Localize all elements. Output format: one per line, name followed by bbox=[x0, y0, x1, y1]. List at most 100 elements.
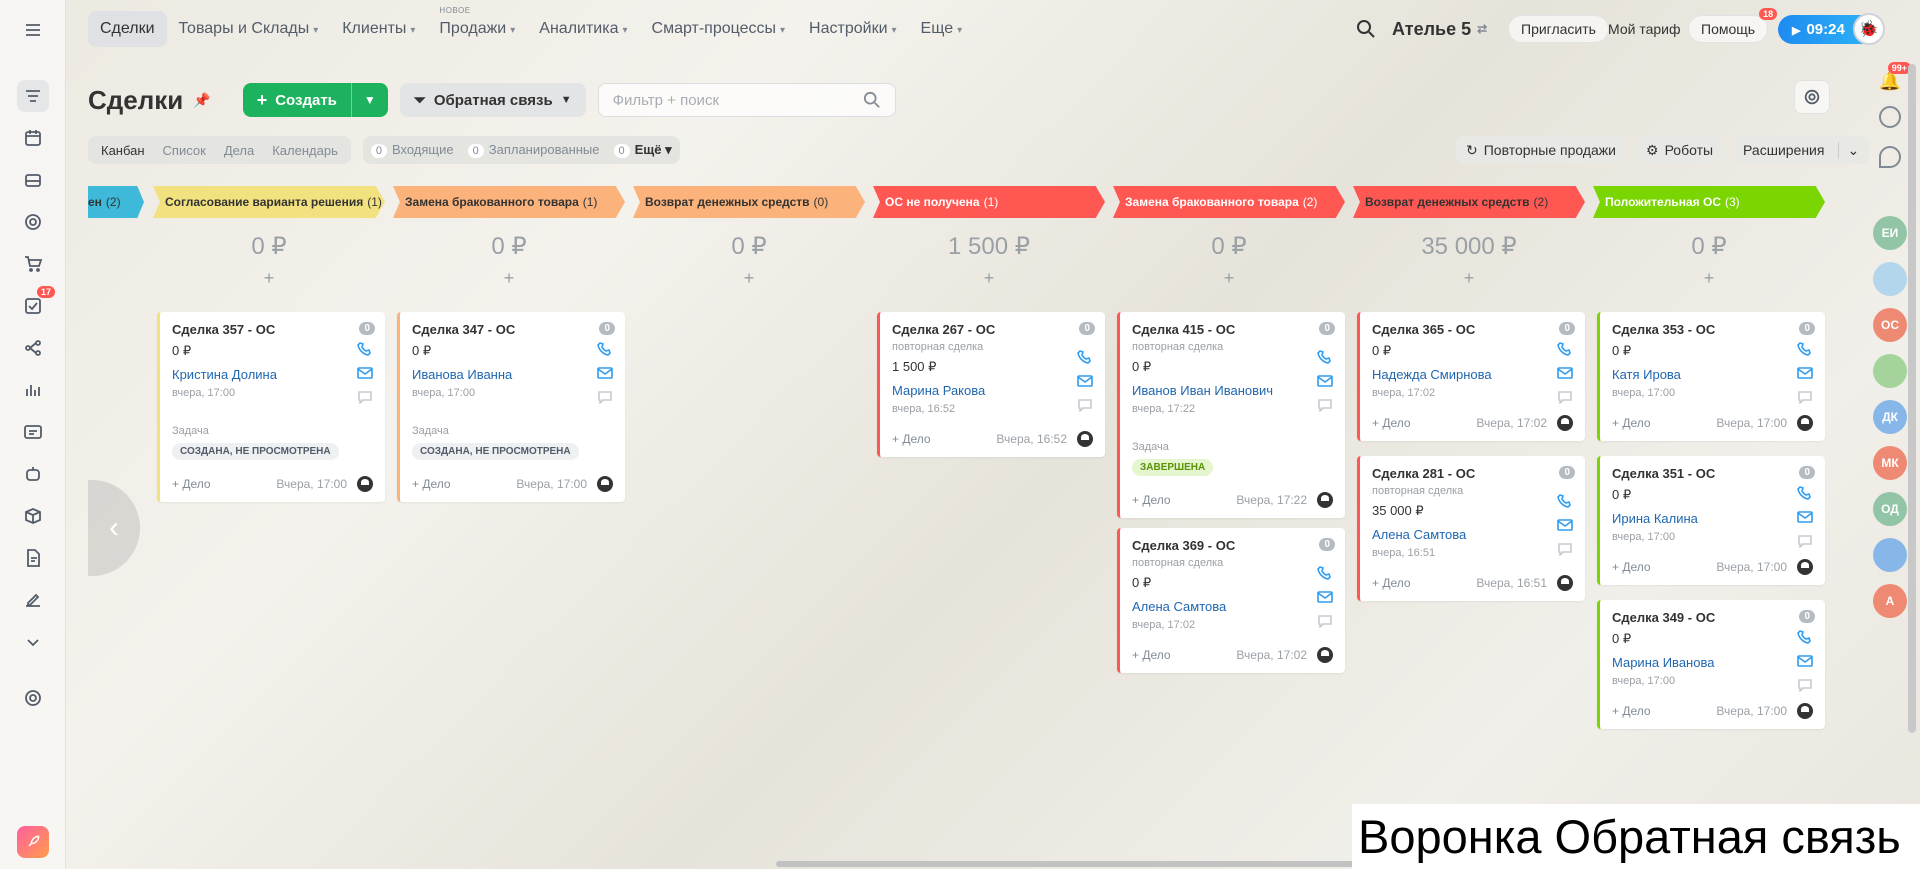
calendar-icon[interactable] bbox=[17, 122, 49, 154]
phone-icon[interactable] bbox=[1557, 342, 1573, 356]
chat-icon[interactable] bbox=[1797, 390, 1813, 405]
contact-avatar-4[interactable]: ДК bbox=[1873, 400, 1907, 434]
responsible-avatar[interactable] bbox=[1557, 575, 1573, 591]
chevron-down-icon[interactable]: ⌄ bbox=[1838, 141, 1859, 159]
signature-icon[interactable] bbox=[17, 584, 49, 616]
my-tariff-button[interactable]: Мой тариф bbox=[1596, 16, 1692, 42]
stage-header[interactable]: ОС не получена (1) bbox=[873, 186, 1105, 218]
deal-card[interactable]: Сделка 281 - ОС повторная сделка 35 000 ₽ А… bbox=[1357, 456, 1585, 601]
responsible-avatar[interactable] bbox=[1797, 415, 1813, 431]
deal-client-link[interactable]: Кристина Долина bbox=[172, 367, 373, 382]
deal-title[interactable]: Сделка 353 - ОС bbox=[1612, 322, 1813, 337]
add-activity-button[interactable]: + Дело bbox=[1132, 648, 1171, 662]
tab-list[interactable]: Список bbox=[154, 143, 215, 158]
mail-icon[interactable] bbox=[357, 366, 373, 380]
responsible-avatar[interactable] bbox=[1797, 559, 1813, 575]
add-activity-button[interactable]: + Дело bbox=[1612, 416, 1651, 430]
deal-title[interactable]: Сделка 415 - ОС bbox=[1132, 322, 1333, 337]
mail-icon[interactable] bbox=[1797, 654, 1813, 668]
nav-smart-processes[interactable]: Смарт-процессы ▾ bbox=[652, 20, 786, 38]
deal-card[interactable]: Сделка 349 - ОС 0 ₽ Марина Иванова вчера, 1… bbox=[1597, 600, 1825, 729]
robot-icon[interactable] bbox=[17, 458, 49, 490]
automation-icon[interactable] bbox=[17, 332, 49, 364]
deal-title[interactable]: Сделка 347 - ОС bbox=[412, 322, 613, 337]
contact-avatar-8[interactable]: А bbox=[1873, 584, 1907, 618]
deal-card[interactable]: Сделка 369 - ОС повторная сделка 0 ₽ Алена … bbox=[1117, 528, 1345, 673]
nav-settings[interactable]: Настройки ▾ bbox=[809, 20, 896, 38]
mail-icon[interactable] bbox=[597, 366, 613, 380]
phone-icon[interactable] bbox=[357, 342, 373, 356]
responsible-avatar[interactable] bbox=[357, 476, 373, 492]
phone-icon[interactable] bbox=[1317, 566, 1333, 580]
deal-client-link[interactable]: Катя Ирова bbox=[1612, 367, 1813, 382]
chat-icon[interactable] bbox=[597, 390, 613, 405]
chat-icon[interactable] bbox=[1317, 398, 1333, 413]
nav-sales[interactable]: НОВОЕ Продажи ▾ bbox=[439, 6, 515, 38]
responsible-avatar[interactable] bbox=[597, 476, 613, 492]
add-deal-button[interactable]: + bbox=[153, 268, 385, 294]
phone-icon[interactable] bbox=[1797, 342, 1813, 356]
responsible-avatar[interactable] bbox=[1797, 703, 1813, 719]
stage-header[interactable]: Замена бракованного товара (2) bbox=[1113, 186, 1345, 218]
stage-header[interactable]: Замена бракованного товара (1) bbox=[393, 186, 625, 218]
workspace-name[interactable]: Ателье 5 ⇄ bbox=[1392, 0, 1487, 58]
counter-planned[interactable]: 0 Запланированные bbox=[467, 142, 600, 158]
mail-icon[interactable] bbox=[1077, 374, 1093, 388]
deal-client-link[interactable]: Алена Самтова bbox=[1372, 527, 1573, 542]
pin-icon[interactable]: 📌 bbox=[193, 92, 210, 109]
stage-header[interactable]: Положительная ОС (3) bbox=[1593, 186, 1825, 218]
extensions-button[interactable]: Расширения ⌄ bbox=[1733, 136, 1870, 164]
add-deal-button[interactable]: + bbox=[873, 268, 1105, 294]
deal-card[interactable]: Сделка 353 - ОС 0 ₽ Катя Ирова вчера, 17:00… bbox=[1597, 312, 1825, 441]
deal-card[interactable]: Сделка 267 - ОС повторная сделка 1 500 ₽ Ма… bbox=[877, 312, 1105, 457]
nav-analytics[interactable]: Аналитика ▾ bbox=[539, 20, 627, 38]
nav-more[interactable]: Еще ▾ bbox=[921, 20, 963, 38]
user-avatar[interactable]: 🐞 bbox=[1852, 12, 1885, 45]
stage-header[interactable]: Возврат денежных средств (2) bbox=[1353, 186, 1585, 218]
contact-avatar-6[interactable]: ОД bbox=[1873, 492, 1907, 526]
analytics-icon[interactable] bbox=[17, 374, 49, 406]
contacts-card-icon[interactable] bbox=[17, 416, 49, 448]
contact-avatar-7[interactable] bbox=[1873, 538, 1907, 572]
add-activity-button[interactable]: + Дело bbox=[412, 477, 451, 491]
mail-icon[interactable] bbox=[1557, 366, 1573, 380]
kanban-settings-button[interactable] bbox=[1794, 80, 1830, 114]
header-search-icon[interactable] bbox=[1356, 0, 1376, 58]
deal-title[interactable]: Сделка 267 - ОС bbox=[892, 322, 1093, 337]
contact-avatar-5[interactable]: МК bbox=[1873, 446, 1907, 480]
add-deal-button[interactable]: + bbox=[1593, 268, 1825, 294]
deal-client-link[interactable]: Надежда Смирнова bbox=[1372, 367, 1573, 382]
worktime-timer-button[interactable]: ▶ 09:24 🐞 bbox=[1778, 12, 1885, 45]
add-activity-button[interactable]: + Дело bbox=[1612, 704, 1651, 718]
chat-icon[interactable] bbox=[1557, 390, 1573, 405]
mail-icon[interactable] bbox=[1797, 510, 1813, 524]
deal-title[interactable]: Сделка 369 - ОС bbox=[1132, 538, 1333, 553]
tab-kanban[interactable]: Канбан bbox=[92, 143, 154, 158]
tasks-icon[interactable]: 17 bbox=[17, 286, 55, 322]
responsible-avatar[interactable] bbox=[1317, 492, 1333, 508]
add-activity-button[interactable]: + Дело bbox=[1372, 576, 1411, 590]
nav-deals[interactable]: Сделки bbox=[88, 11, 167, 47]
deal-client-link[interactable]: Иванова Иванна bbox=[412, 367, 613, 382]
nav-goods-warehouses[interactable]: Товары и Склады ▾ bbox=[179, 20, 319, 38]
repeat-sales-button[interactable]: ↻ Повторные продажи bbox=[1456, 136, 1626, 164]
chat-icon[interactable] bbox=[1077, 398, 1093, 413]
search-icon[interactable] bbox=[863, 91, 881, 109]
add-deal-button[interactable]: + bbox=[1353, 268, 1585, 294]
contact-avatar-3[interactable] bbox=[1873, 354, 1907, 388]
add-activity-button[interactable]: + Дело bbox=[172, 477, 211, 491]
nav-clients[interactable]: Клиенты ▾ bbox=[342, 20, 415, 38]
deal-client-link[interactable]: Марина Ракова bbox=[892, 383, 1093, 398]
add-activity-button[interactable]: + Дело bbox=[892, 432, 931, 446]
deal-client-link[interactable]: Иванов Иван Иванович bbox=[1132, 383, 1333, 398]
chat-icon[interactable] bbox=[1879, 146, 1901, 168]
box-icon[interactable] bbox=[17, 500, 49, 532]
chat-icon[interactable] bbox=[1317, 614, 1333, 629]
deal-title[interactable]: Сделка 357 - ОС bbox=[172, 322, 373, 337]
deal-title[interactable]: Сделка 281 - ОС bbox=[1372, 466, 1573, 481]
settings-gear-icon[interactable] bbox=[17, 682, 49, 714]
deal-title[interactable]: Сделка 349 - ОС bbox=[1612, 610, 1813, 625]
add-deal-button[interactable]: + bbox=[393, 268, 625, 294]
robots-button[interactable]: ⚙ Роботы bbox=[1636, 136, 1724, 164]
document-icon[interactable] bbox=[17, 542, 49, 574]
